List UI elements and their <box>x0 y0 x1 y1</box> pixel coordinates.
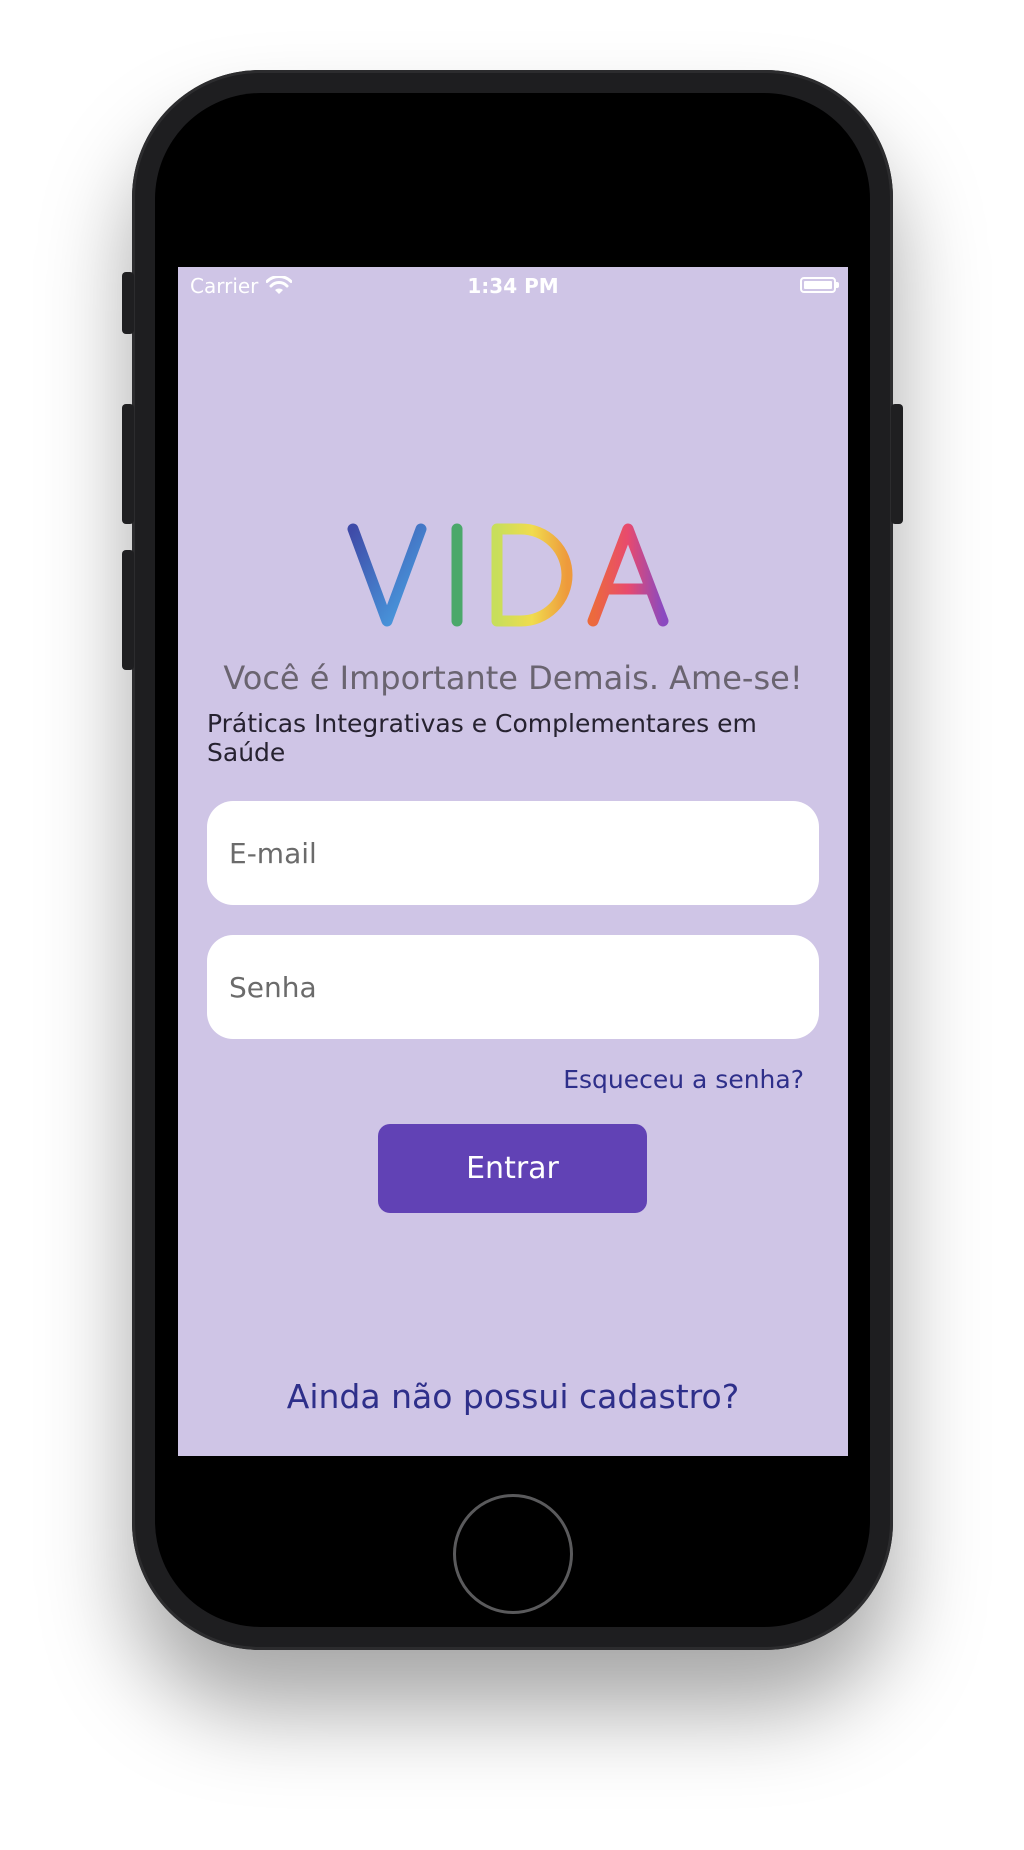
mute-switch <box>122 272 134 334</box>
password-field[interactable] <box>207 935 819 1039</box>
subtitle: Práticas Integrativas e Complementares e… <box>207 709 757 767</box>
login-button[interactable]: Entrar <box>378 1124 647 1213</box>
volume-down-button <box>122 550 134 670</box>
home-button[interactable] <box>453 1494 573 1614</box>
email-field[interactable] <box>207 801 819 905</box>
status-time: 1:34 PM <box>467 274 559 298</box>
app-screen: Carrier 1:34 PM Você é Importante Demais… <box>178 267 848 1456</box>
forgot-password-link[interactable]: Esqueceu a senha? <box>563 1065 804 1094</box>
app-logo <box>178 517 848 641</box>
volume-up-button <box>122 404 134 524</box>
tagline: Você é Importante Demais. Ame-se! <box>223 659 803 697</box>
vida-logo <box>347 523 669 627</box>
register-link[interactable]: Ainda não possui cadastro? <box>178 1377 848 1416</box>
battery-icon <box>800 277 839 293</box>
status-bar: Carrier 1:34 PM <box>178 267 848 303</box>
power-button <box>891 404 903 524</box>
